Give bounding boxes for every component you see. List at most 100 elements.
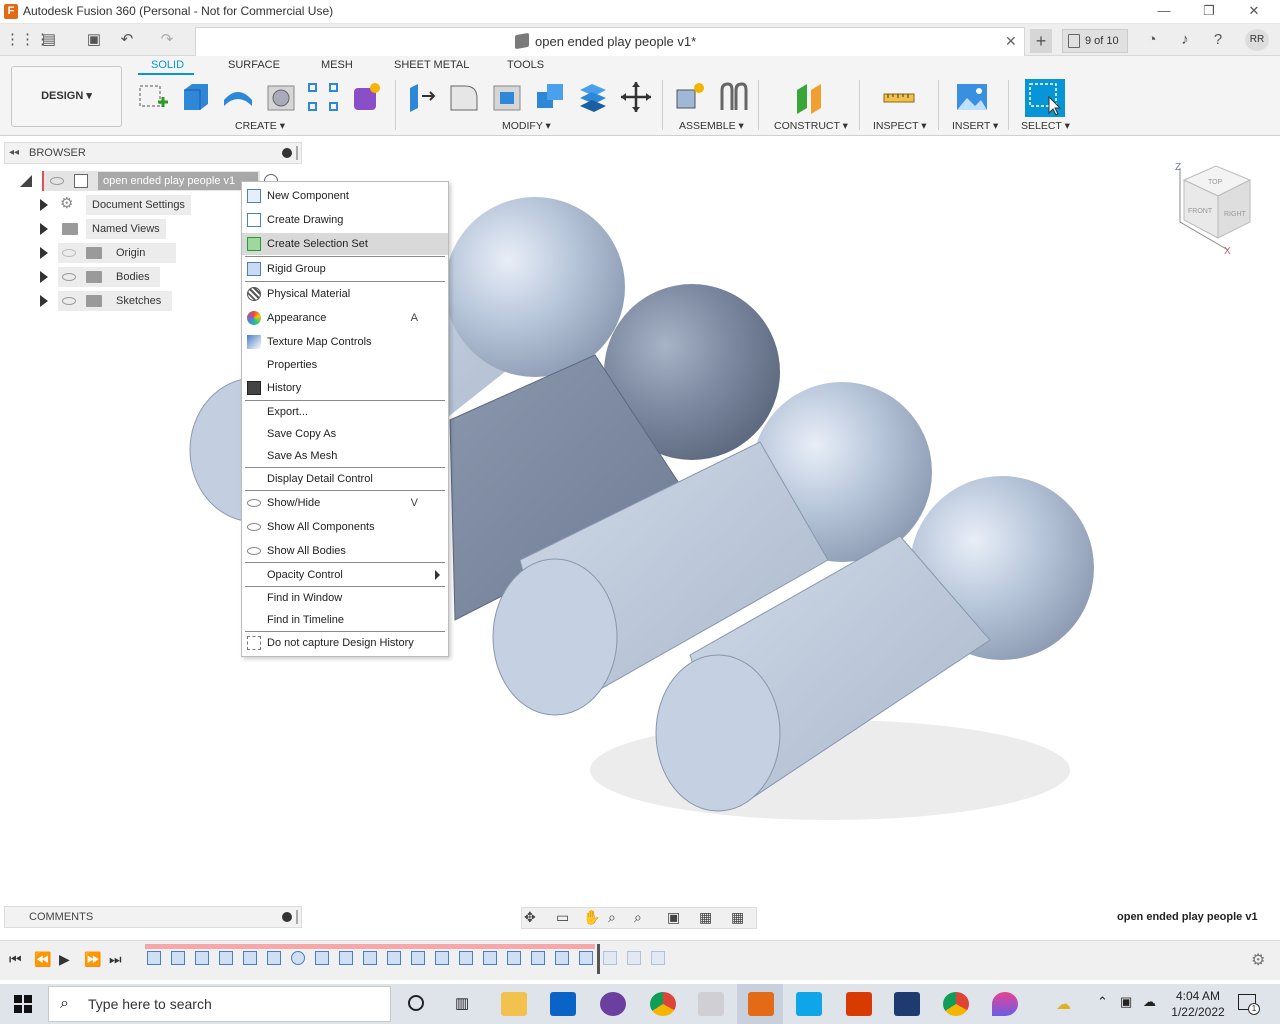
timeline-feature-suppressed[interactable] bbox=[603, 951, 617, 965]
menu-item-texture-map-controls[interactable]: Texture Map Controls bbox=[242, 331, 448, 353]
tab-surface[interactable]: SURFACE bbox=[228, 59, 280, 71]
expand-bodies-icon[interactable] bbox=[40, 271, 48, 283]
inspect-group-label[interactable]: INSPECT ▾ bbox=[873, 120, 927, 132]
close-button[interactable]: ✕ bbox=[1243, 2, 1265, 20]
timeline-feature[interactable] bbox=[411, 951, 425, 965]
menu-item-save-copy-as[interactable]: Save Copy As bbox=[242, 423, 448, 445]
save-icon[interactable]: ▣ bbox=[83, 30, 105, 50]
measure-icon[interactable] bbox=[882, 80, 916, 114]
grid-icon[interactable]: ▦ bbox=[699, 909, 712, 926]
menu-item-history[interactable]: History bbox=[242, 377, 448, 399]
move-icon[interactable] bbox=[619, 80, 653, 114]
timeline-feature[interactable] bbox=[555, 951, 569, 965]
timeline-feature[interactable] bbox=[315, 951, 329, 965]
menu-item-opacity-control[interactable]: Opacity Control bbox=[242, 564, 448, 586]
select-group-label[interactable]: SELECT ▾ bbox=[1021, 120, 1070, 132]
browser-root-label[interactable]: open ended play people v1 bbox=[98, 172, 258, 190]
new-component-tool-icon[interactable] bbox=[673, 80, 707, 114]
timeline-settings-gear-icon[interactable]: ⚙ bbox=[1251, 950, 1265, 970]
tab-mesh[interactable]: MESH bbox=[321, 59, 353, 71]
menu-item-show-all-components[interactable]: Show All Components bbox=[242, 516, 448, 538]
job-status-icon[interactable]: ◔ bbox=[1141, 30, 1163, 50]
timeline-previous-icon[interactable]: ⏪ bbox=[34, 951, 51, 968]
workspace-switcher[interactable]: DESIGN ▾ bbox=[11, 66, 122, 127]
revit-icon[interactable] bbox=[894, 992, 920, 1016]
timeline-feature[interactable] bbox=[483, 951, 497, 965]
panel-pin-icon[interactable] bbox=[296, 910, 298, 924]
timeline-feature[interactable] bbox=[147, 951, 161, 965]
office-icon[interactable] bbox=[846, 992, 872, 1016]
menu-item-appearance[interactable]: Appearance A bbox=[242, 307, 448, 329]
joint-icon[interactable] bbox=[716, 80, 750, 114]
app-icon[interactable] bbox=[698, 992, 724, 1016]
expand-origin-icon[interactable] bbox=[40, 247, 48, 259]
meet-now-icon[interactable]: ▣ bbox=[1120, 994, 1132, 1010]
menu-item-create-drawing[interactable]: Create Drawing bbox=[242, 209, 448, 231]
menu-item-do-not-capture-design-history[interactable]: Do not capture Design History bbox=[242, 632, 448, 654]
timeline-feature[interactable] bbox=[435, 951, 449, 965]
file-explorer-icon[interactable] bbox=[501, 992, 527, 1016]
menu-item-export[interactable]: Export... bbox=[242, 401, 448, 423]
redo-icon[interactable]: ↷ bbox=[156, 30, 178, 50]
tab-sheet-metal[interactable]: SHEET METAL bbox=[394, 59, 469, 71]
timeline-feature[interactable] bbox=[291, 951, 305, 965]
panel-pin-icon[interactable] bbox=[296, 146, 298, 160]
press-pull-icon[interactable] bbox=[404, 80, 438, 114]
offset-face-icon[interactable] bbox=[576, 80, 610, 114]
create-form-icon[interactable] bbox=[349, 80, 383, 114]
offset-plane-icon[interactable] bbox=[793, 80, 827, 114]
timeline-feature-suppressed[interactable] bbox=[627, 951, 641, 965]
c-app-icon[interactable] bbox=[796, 992, 822, 1016]
timeline-feature[interactable] bbox=[171, 951, 185, 965]
insert-group-label[interactable]: INSERT ▾ bbox=[952, 120, 998, 132]
browser-options-icon[interactable] bbox=[282, 148, 292, 158]
timeline-feature[interactable] bbox=[339, 951, 353, 965]
menu-item-new-component[interactable]: New Component bbox=[242, 185, 448, 207]
browser-item-bodies[interactable]: Bodies bbox=[116, 267, 150, 287]
windows-start-icon[interactable] bbox=[14, 995, 32, 1013]
menu-item-show-hide[interactable]: Show/Hide V bbox=[242, 492, 448, 514]
extrude-icon[interactable] bbox=[178, 80, 212, 114]
select-icon[interactable] bbox=[1025, 79, 1065, 117]
timeline-feature[interactable] bbox=[195, 951, 209, 965]
timeline-feature-suppressed[interactable] bbox=[651, 951, 665, 965]
timeline-feature[interactable] bbox=[387, 951, 401, 965]
fusion-taskbar-icon[interactable] bbox=[748, 992, 774, 1016]
menu-item-save-as-mesh[interactable]: Save As Mesh bbox=[242, 445, 448, 467]
menu-item-find-in-window[interactable]: Find in Window bbox=[242, 587, 448, 609]
timeline-marker[interactable] bbox=[597, 944, 600, 974]
browser-item-origin[interactable]: Origin bbox=[116, 243, 145, 263]
menu-item-find-in-timeline[interactable]: Find in Timeline bbox=[242, 609, 448, 631]
undo-icon[interactable]: ↶ bbox=[116, 30, 138, 50]
timeline-feature[interactable] bbox=[507, 951, 521, 965]
minimize-button[interactable]: — bbox=[1153, 2, 1175, 20]
help-icon[interactable]: ? bbox=[1207, 30, 1229, 50]
root-visibility-icon[interactable] bbox=[50, 177, 64, 185]
expand-sketches-icon[interactable] bbox=[40, 295, 48, 307]
timeline-feature[interactable] bbox=[219, 951, 233, 965]
pan-hand-icon[interactable]: ✋ bbox=[583, 909, 600, 926]
taskbar-clock[interactable]: 4:04 AM 1/22/2022 bbox=[1162, 988, 1234, 1020]
new-tab-button[interactable]: + bbox=[1030, 29, 1052, 53]
assemble-group-label[interactable]: ASSEMBLE ▾ bbox=[679, 120, 744, 132]
expand-document-settings-icon[interactable] bbox=[40, 199, 48, 211]
menu-item-physical-material[interactable]: Physical Material bbox=[242, 283, 448, 305]
app-grid-icon[interactable]: ⋮⋮⋮ bbox=[5, 30, 50, 50]
create-group-label[interactable]: CREATE ▾ bbox=[235, 120, 285, 132]
timeline-feature[interactable] bbox=[267, 951, 281, 965]
viewcube[interactable]: TOP FRONT RIGHT Z X bbox=[1170, 158, 1260, 258]
timeline-next-icon[interactable]: ⏩ bbox=[84, 951, 101, 968]
pattern-icon[interactable] bbox=[306, 80, 340, 114]
file-menu-icon[interactable]: ▤ bbox=[38, 30, 60, 50]
onedrive-icon[interactable]: ☁ bbox=[1143, 994, 1156, 1010]
tray-chevron-icon[interactable]: ⌃ bbox=[1097, 994, 1108, 1010]
root-expand-icon[interactable] bbox=[20, 175, 32, 187]
timeline-feature[interactable] bbox=[243, 951, 257, 965]
model-bodies[interactable] bbox=[0, 137, 1280, 897]
menu-item-properties[interactable]: Properties bbox=[242, 354, 448, 376]
fillet-icon[interactable] bbox=[447, 80, 481, 114]
restore-button[interactable]: ❐ bbox=[1198, 2, 1220, 20]
timeline-last-icon[interactable]: ⏭ bbox=[109, 951, 122, 968]
menu-item-show-all-bodies[interactable]: Show All Bodies bbox=[242, 540, 448, 562]
menu-item-create-selection-set[interactable]: Create Selection Set bbox=[242, 233, 448, 255]
